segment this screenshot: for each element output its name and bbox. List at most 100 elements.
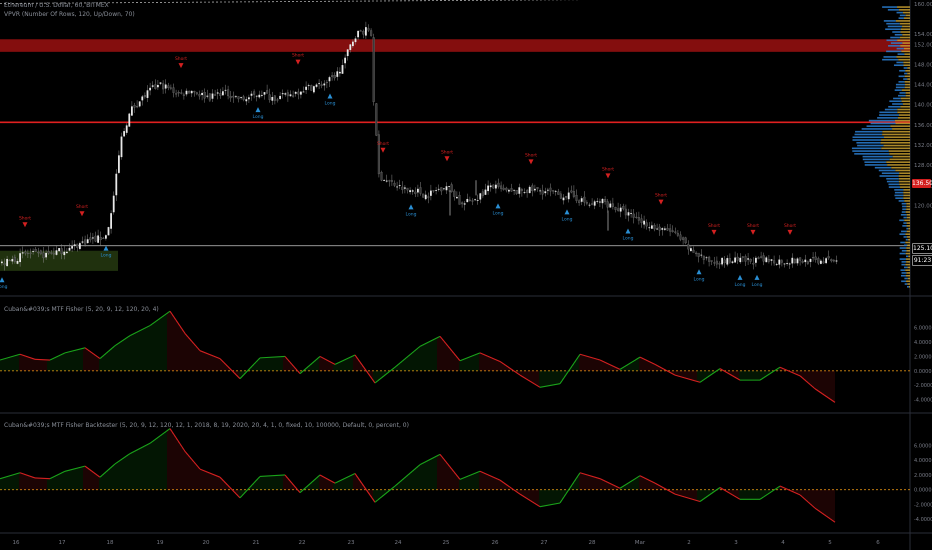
volume-bar-down bbox=[906, 272, 910, 274]
candle-body bbox=[760, 256, 763, 258]
candle-body bbox=[8, 259, 11, 262]
candle-body bbox=[112, 195, 115, 213]
candle-body bbox=[783, 263, 786, 265]
volume-bar-up bbox=[899, 92, 906, 94]
volume-bar-down bbox=[900, 186, 910, 188]
time-tick-label: 5 bbox=[828, 540, 832, 546]
price-tick-label: 140.00 bbox=[914, 103, 932, 109]
candle-body bbox=[624, 208, 627, 216]
short-signal-label: Short bbox=[292, 53, 304, 59]
candle-body bbox=[723, 259, 726, 264]
fisher-tick-label: 4.0000 bbox=[914, 340, 932, 346]
volume-bar-down bbox=[906, 205, 910, 208]
candle-body bbox=[666, 228, 669, 231]
candle-body bbox=[398, 184, 401, 186]
volume-bar-down bbox=[902, 11, 910, 14]
candle-body bbox=[531, 185, 534, 192]
volume-bar-down bbox=[904, 200, 910, 202]
short-arrow-icon bbox=[79, 211, 85, 217]
candle-body bbox=[76, 243, 79, 248]
candle-body bbox=[248, 97, 250, 100]
candle-body bbox=[443, 188, 445, 190]
candle-body bbox=[388, 180, 391, 182]
volume-bar-down bbox=[886, 161, 910, 163]
fisher-line-segment bbox=[759, 485, 781, 500]
candle-body bbox=[508, 189, 510, 192]
candle-body bbox=[572, 191, 575, 197]
candle-body bbox=[643, 220, 645, 225]
candle-body bbox=[619, 207, 622, 212]
candle-body bbox=[357, 30, 359, 38]
volume-bar-down bbox=[902, 33, 910, 36]
fisher-line-segment bbox=[34, 477, 51, 480]
price-pane[interactable]: Short Long Short Long Short Long Short Long Shor… bbox=[0, 0, 932, 550]
candle-body bbox=[206, 95, 209, 97]
volume-bar-down bbox=[903, 191, 910, 194]
candle-body bbox=[375, 103, 378, 136]
volume-bar-down bbox=[882, 133, 910, 136]
short-arrow-icon bbox=[178, 63, 184, 69]
chart-stage[interactable]: Short Long Short Long Short Long Short Long Shor… bbox=[0, 0, 932, 550]
candle-body bbox=[679, 234, 682, 240]
time-tick-label: 21 bbox=[253, 540, 260, 546]
long-arrow-icon bbox=[495, 203, 501, 209]
candle-body bbox=[674, 231, 677, 233]
candle-body bbox=[71, 246, 73, 249]
volume-bar-down bbox=[905, 92, 910, 94]
volume-bar-up bbox=[905, 238, 908, 241]
long-signal-label: Long bbox=[735, 282, 746, 288]
volume-bar-up bbox=[899, 258, 906, 260]
candle-body bbox=[809, 259, 812, 262]
volume-bar-up bbox=[885, 28, 901, 31]
time-tick-label: 22 bbox=[299, 540, 306, 546]
volume-bar-up bbox=[897, 53, 905, 55]
fisher-tick-label: -4.0000 bbox=[914, 517, 932, 523]
fisher-histogram bbox=[0, 428, 835, 522]
volume-bar-up bbox=[886, 180, 899, 183]
volume-bar-up bbox=[883, 20, 896, 22]
volume-bar-down bbox=[902, 42, 910, 44]
candle-body bbox=[52, 252, 55, 255]
candle-body bbox=[89, 237, 92, 241]
candle-body bbox=[635, 216, 638, 218]
candle-body bbox=[786, 263, 788, 264]
candle-body bbox=[749, 258, 752, 262]
candle-body bbox=[143, 95, 146, 98]
candle-body bbox=[97, 235, 99, 243]
volume-bar-down bbox=[906, 274, 910, 277]
candle-body bbox=[835, 260, 838, 262]
volume-bar-up bbox=[864, 164, 888, 166]
long-arrow-icon bbox=[408, 204, 414, 210]
candle-body bbox=[708, 256, 711, 262]
volume-bar-up bbox=[855, 130, 883, 133]
candle-body bbox=[79, 243, 81, 249]
volume-bar-down bbox=[906, 280, 910, 283]
candle-body bbox=[630, 213, 632, 215]
volume-bar-up bbox=[866, 125, 891, 127]
candle-body bbox=[159, 82, 162, 84]
candle-body bbox=[536, 187, 539, 189]
fisher-line-segment bbox=[239, 476, 261, 499]
volume-bar-up bbox=[878, 169, 896, 172]
long-arrow-icon bbox=[737, 274, 743, 280]
candle-body bbox=[372, 37, 375, 102]
short-arrow-icon bbox=[380, 147, 386, 153]
volume-bar-up bbox=[888, 45, 901, 47]
candle-body bbox=[468, 199, 471, 202]
candle-body bbox=[45, 252, 47, 258]
candle-body bbox=[588, 204, 591, 206]
candle-body bbox=[825, 258, 827, 264]
volume-bar-down bbox=[907, 72, 910, 75]
candle-body bbox=[492, 184, 495, 189]
candle-body bbox=[487, 185, 489, 192]
candle-body bbox=[110, 213, 112, 229]
volume-bar-down bbox=[902, 25, 910, 28]
candle-body bbox=[570, 190, 573, 193]
candle-body bbox=[250, 93, 253, 96]
fisher-line-segment bbox=[84, 465, 101, 478]
long-signal-label: Long bbox=[325, 101, 336, 107]
volume-bar-up bbox=[894, 191, 904, 194]
candle-body bbox=[169, 87, 172, 89]
candle-body bbox=[279, 95, 281, 99]
candle-body bbox=[466, 198, 469, 203]
